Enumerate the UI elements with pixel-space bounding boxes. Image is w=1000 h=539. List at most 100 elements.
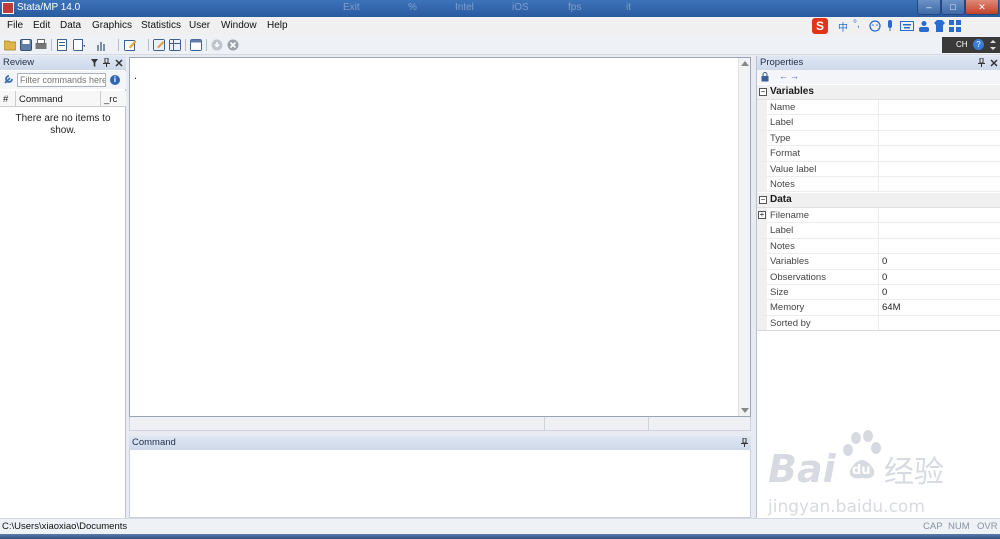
property-row[interactable]: Observations 0 <box>757 269 1000 285</box>
properties-divider <box>757 330 1000 331</box>
menu-graphics[interactable]: Graphics <box>92 20 132 31</box>
maximize-button[interactable]: □ <box>941 0 965 15</box>
log-icon[interactable] <box>56 39 68 51</box>
toolbox-grid-icon[interactable] <box>949 20 961 32</box>
graph-icon[interactable] <box>96 39 108 51</box>
property-row[interactable]: Label <box>757 223 1000 239</box>
data-browser-icon[interactable] <box>169 39 181 51</box>
properties-title: Properties <box>760 57 804 68</box>
column-command[interactable]: Command <box>19 94 63 105</box>
property-row[interactable]: Size 0 <box>757 285 1000 301</box>
property-key: Sorted by <box>770 317 811 329</box>
keyboard-icon[interactable] <box>900 21 914 31</box>
skin-shirt-icon[interactable] <box>933 20 946 32</box>
row-gutter <box>757 315 767 331</box>
menu-bar: File Edit Data Graphics Statistics User … <box>0 17 1000 35</box>
baidu-watermark-logo: Bai 经验 jingyan.baidu.com du <box>767 430 944 517</box>
column-number[interactable]: # <box>3 94 8 105</box>
column-divider <box>878 161 879 177</box>
property-value: 0 <box>882 287 888 298</box>
pin-icon[interactable] <box>978 58 985 67</box>
results-window[interactable]: . <box>129 57 751 417</box>
close-panel-icon[interactable] <box>115 59 123 67</box>
property-row[interactable]: Type <box>757 130 1000 147</box>
filter-funnel-icon[interactable] <box>91 59 98 67</box>
break-icon[interactable] <box>227 39 239 51</box>
scroll-up-icon[interactable] <box>741 61 749 66</box>
property-row[interactable]: + Filename <box>757 208 1000 224</box>
properties-group-data[interactable]: − Data <box>757 193 1000 208</box>
command-input[interactable] <box>129 450 751 518</box>
column-rc[interactable]: _rc <box>104 94 117 105</box>
open-icon[interactable] <box>4 39 16 51</box>
ghost-title-text: Exit <box>343 2 360 13</box>
property-row[interactable]: Notes <box>757 238 1000 255</box>
print-icon[interactable] <box>35 39 47 51</box>
more-icon[interactable] <box>211 39 223 51</box>
column-divider <box>878 208 879 223</box>
column-divider <box>878 300 879 316</box>
svg-text:经验: 经验 <box>884 455 944 490</box>
working-directory: C:\Users\xiaoxiao\Documents <box>2 521 128 532</box>
save-icon[interactable] <box>20 39 32 51</box>
property-key: Type <box>770 132 791 144</box>
microphone-icon[interactable] <box>885 20 895 32</box>
expand-icon[interactable]: + <box>758 211 766 219</box>
do-file-editor-icon[interactable] <box>124 39 136 51</box>
menu-file[interactable]: File <box>7 20 23 31</box>
row-gutter <box>757 254 767 270</box>
help-icon[interactable]: ? <box>973 39 984 50</box>
collapse-icon[interactable]: − <box>759 196 767 204</box>
minimize-button[interactable]: – <box>917 0 941 15</box>
lock-icon[interactable] <box>761 72 769 82</box>
pin-icon[interactable] <box>741 438 748 447</box>
menu-edit[interactable]: Edit <box>33 20 50 31</box>
command-title: Command <box>132 437 176 448</box>
viewer-icon[interactable] <box>73 39 85 51</box>
sogou-logo-icon[interactable]: S <box>812 18 828 34</box>
close-button[interactable]: ✕ <box>965 0 999 15</box>
scroll-down-icon[interactable] <box>741 408 749 413</box>
property-row[interactable]: Value label <box>757 161 1000 177</box>
wrench-icon[interactable] <box>3 74 14 85</box>
num-indicator: NUM <box>948 521 970 532</box>
menu-statistics[interactable]: Statistics <box>141 20 181 31</box>
language-indicator[interactable]: CH ? <box>942 37 1000 53</box>
options-chevron-icon[interactable] <box>990 40 996 50</box>
close-panel-icon[interactable] <box>990 59 998 67</box>
menu-user[interactable]: User <box>189 20 210 31</box>
back-arrow-icon[interactable]: ← <box>779 71 788 81</box>
data-editor-icon[interactable] <box>153 39 165 51</box>
menu-help[interactable]: Help <box>267 20 288 31</box>
row-gutter <box>757 238 767 254</box>
forward-arrow-icon[interactable]: → <box>790 71 799 81</box>
property-row[interactable]: Name <box>757 100 1000 116</box>
pin-icon[interactable] <box>103 58 110 67</box>
ghost-title-text: iOS <box>512 2 529 13</box>
property-row[interactable]: Sorted by <box>757 315 1000 332</box>
group-name: Data <box>770 194 792 205</box>
collapse-icon[interactable]: − <box>759 88 767 96</box>
ime-punct-label[interactable]: °, <box>853 19 860 30</box>
info-icon[interactable]: i <box>110 75 120 85</box>
menu-data[interactable]: Data <box>60 20 81 31</box>
property-row[interactable]: Notes <box>757 177 1000 193</box>
ghost-title-text: % <box>408 2 417 13</box>
group-name: Variables <box>770 86 814 97</box>
user-icon[interactable] <box>918 20 930 32</box>
toolbar-separator <box>118 39 119 51</box>
results-scrollbar[interactable] <box>738 58 750 416</box>
properties-group-variables[interactable]: − Variables <box>757 85 1000 100</box>
ime-mode-label[interactable]: 中 <box>838 19 848 34</box>
menu-window[interactable]: Window <box>221 20 257 31</box>
property-row[interactable]: Format <box>757 146 1000 162</box>
smiley-icon[interactable] <box>869 20 881 32</box>
taskbar <box>0 534 1000 539</box>
property-row[interactable]: Label <box>757 115 1000 131</box>
review-filter-input[interactable] <box>17 73 106 87</box>
variables-manager-icon[interactable] <box>190 39 202 51</box>
results-prompt: . <box>134 70 138 82</box>
property-row[interactable]: Variables 0 <box>757 254 1000 270</box>
column-divider <box>878 254 879 270</box>
property-row[interactable]: Memory 64M <box>757 300 1000 316</box>
